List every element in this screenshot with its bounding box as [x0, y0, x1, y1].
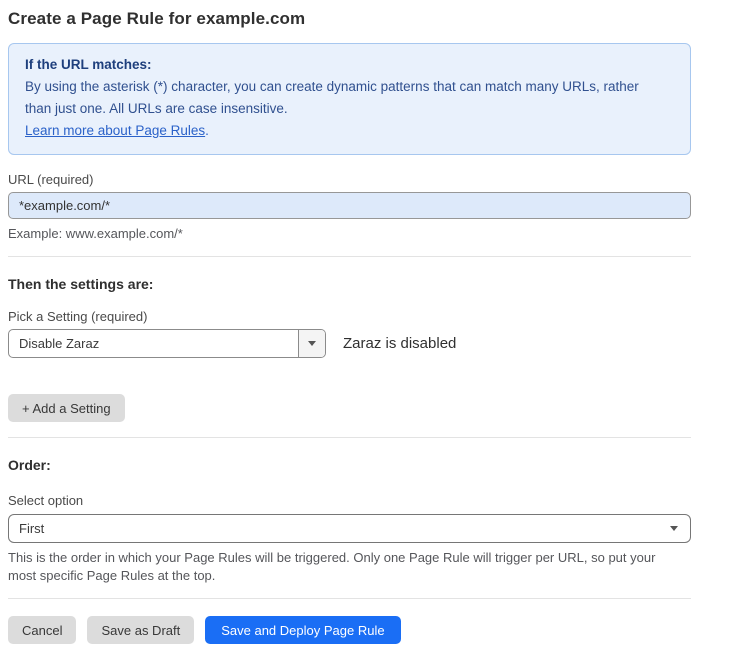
- setting-select[interactable]: Disable Zaraz: [8, 329, 326, 358]
- page-rule-form: Create a Page Rule for example.com If th…: [8, 0, 691, 644]
- url-example-helper: Example: www.example.com/*: [8, 225, 691, 242]
- divider: [8, 598, 691, 599]
- setting-row: Disable Zaraz Zaraz is disabled: [8, 329, 691, 358]
- add-setting-button[interactable]: + Add a Setting: [8, 394, 125, 422]
- setting-status-text: Zaraz is disabled: [343, 335, 456, 352]
- cancel-button[interactable]: Cancel: [8, 616, 76, 644]
- chevron-down-icon: [308, 341, 316, 346]
- save-deploy-button[interactable]: Save and Deploy Page Rule: [205, 616, 400, 644]
- setting-select-value: Disable Zaraz: [9, 330, 298, 357]
- url-match-info-box: If the URL matches: By using the asteris…: [8, 43, 691, 155]
- chevron-down-icon: [670, 526, 678, 531]
- info-box-body: By using the asterisk (*) character, you…: [25, 76, 665, 120]
- settings-heading: Then the settings are:: [8, 276, 691, 292]
- order-select[interactable]: First: [8, 514, 691, 543]
- url-label: URL (required): [8, 172, 691, 187]
- pick-setting-label: Pick a Setting (required): [8, 309, 691, 324]
- url-input[interactable]: [8, 192, 691, 219]
- page-title: Create a Page Rule for example.com: [8, 9, 691, 29]
- order-select-value: First: [19, 521, 670, 536]
- learn-more-link[interactable]: Learn more about Page Rules: [25, 123, 205, 138]
- setting-select-arrow-button[interactable]: [298, 330, 325, 357]
- order-helper-text: This is the order in which your Page Rul…: [8, 549, 686, 584]
- divider: [8, 256, 691, 257]
- link-suffix: .: [205, 123, 209, 138]
- save-draft-button[interactable]: Save as Draft: [87, 616, 194, 644]
- info-box-heading: If the URL matches:: [25, 54, 674, 76]
- order-select-label: Select option: [8, 493, 691, 508]
- order-heading: Order:: [8, 457, 691, 473]
- divider: [8, 437, 691, 438]
- info-box-link-line: Learn more about Page Rules.: [25, 120, 674, 142]
- form-footer: Cancel Save as Draft Save and Deploy Pag…: [8, 616, 691, 644]
